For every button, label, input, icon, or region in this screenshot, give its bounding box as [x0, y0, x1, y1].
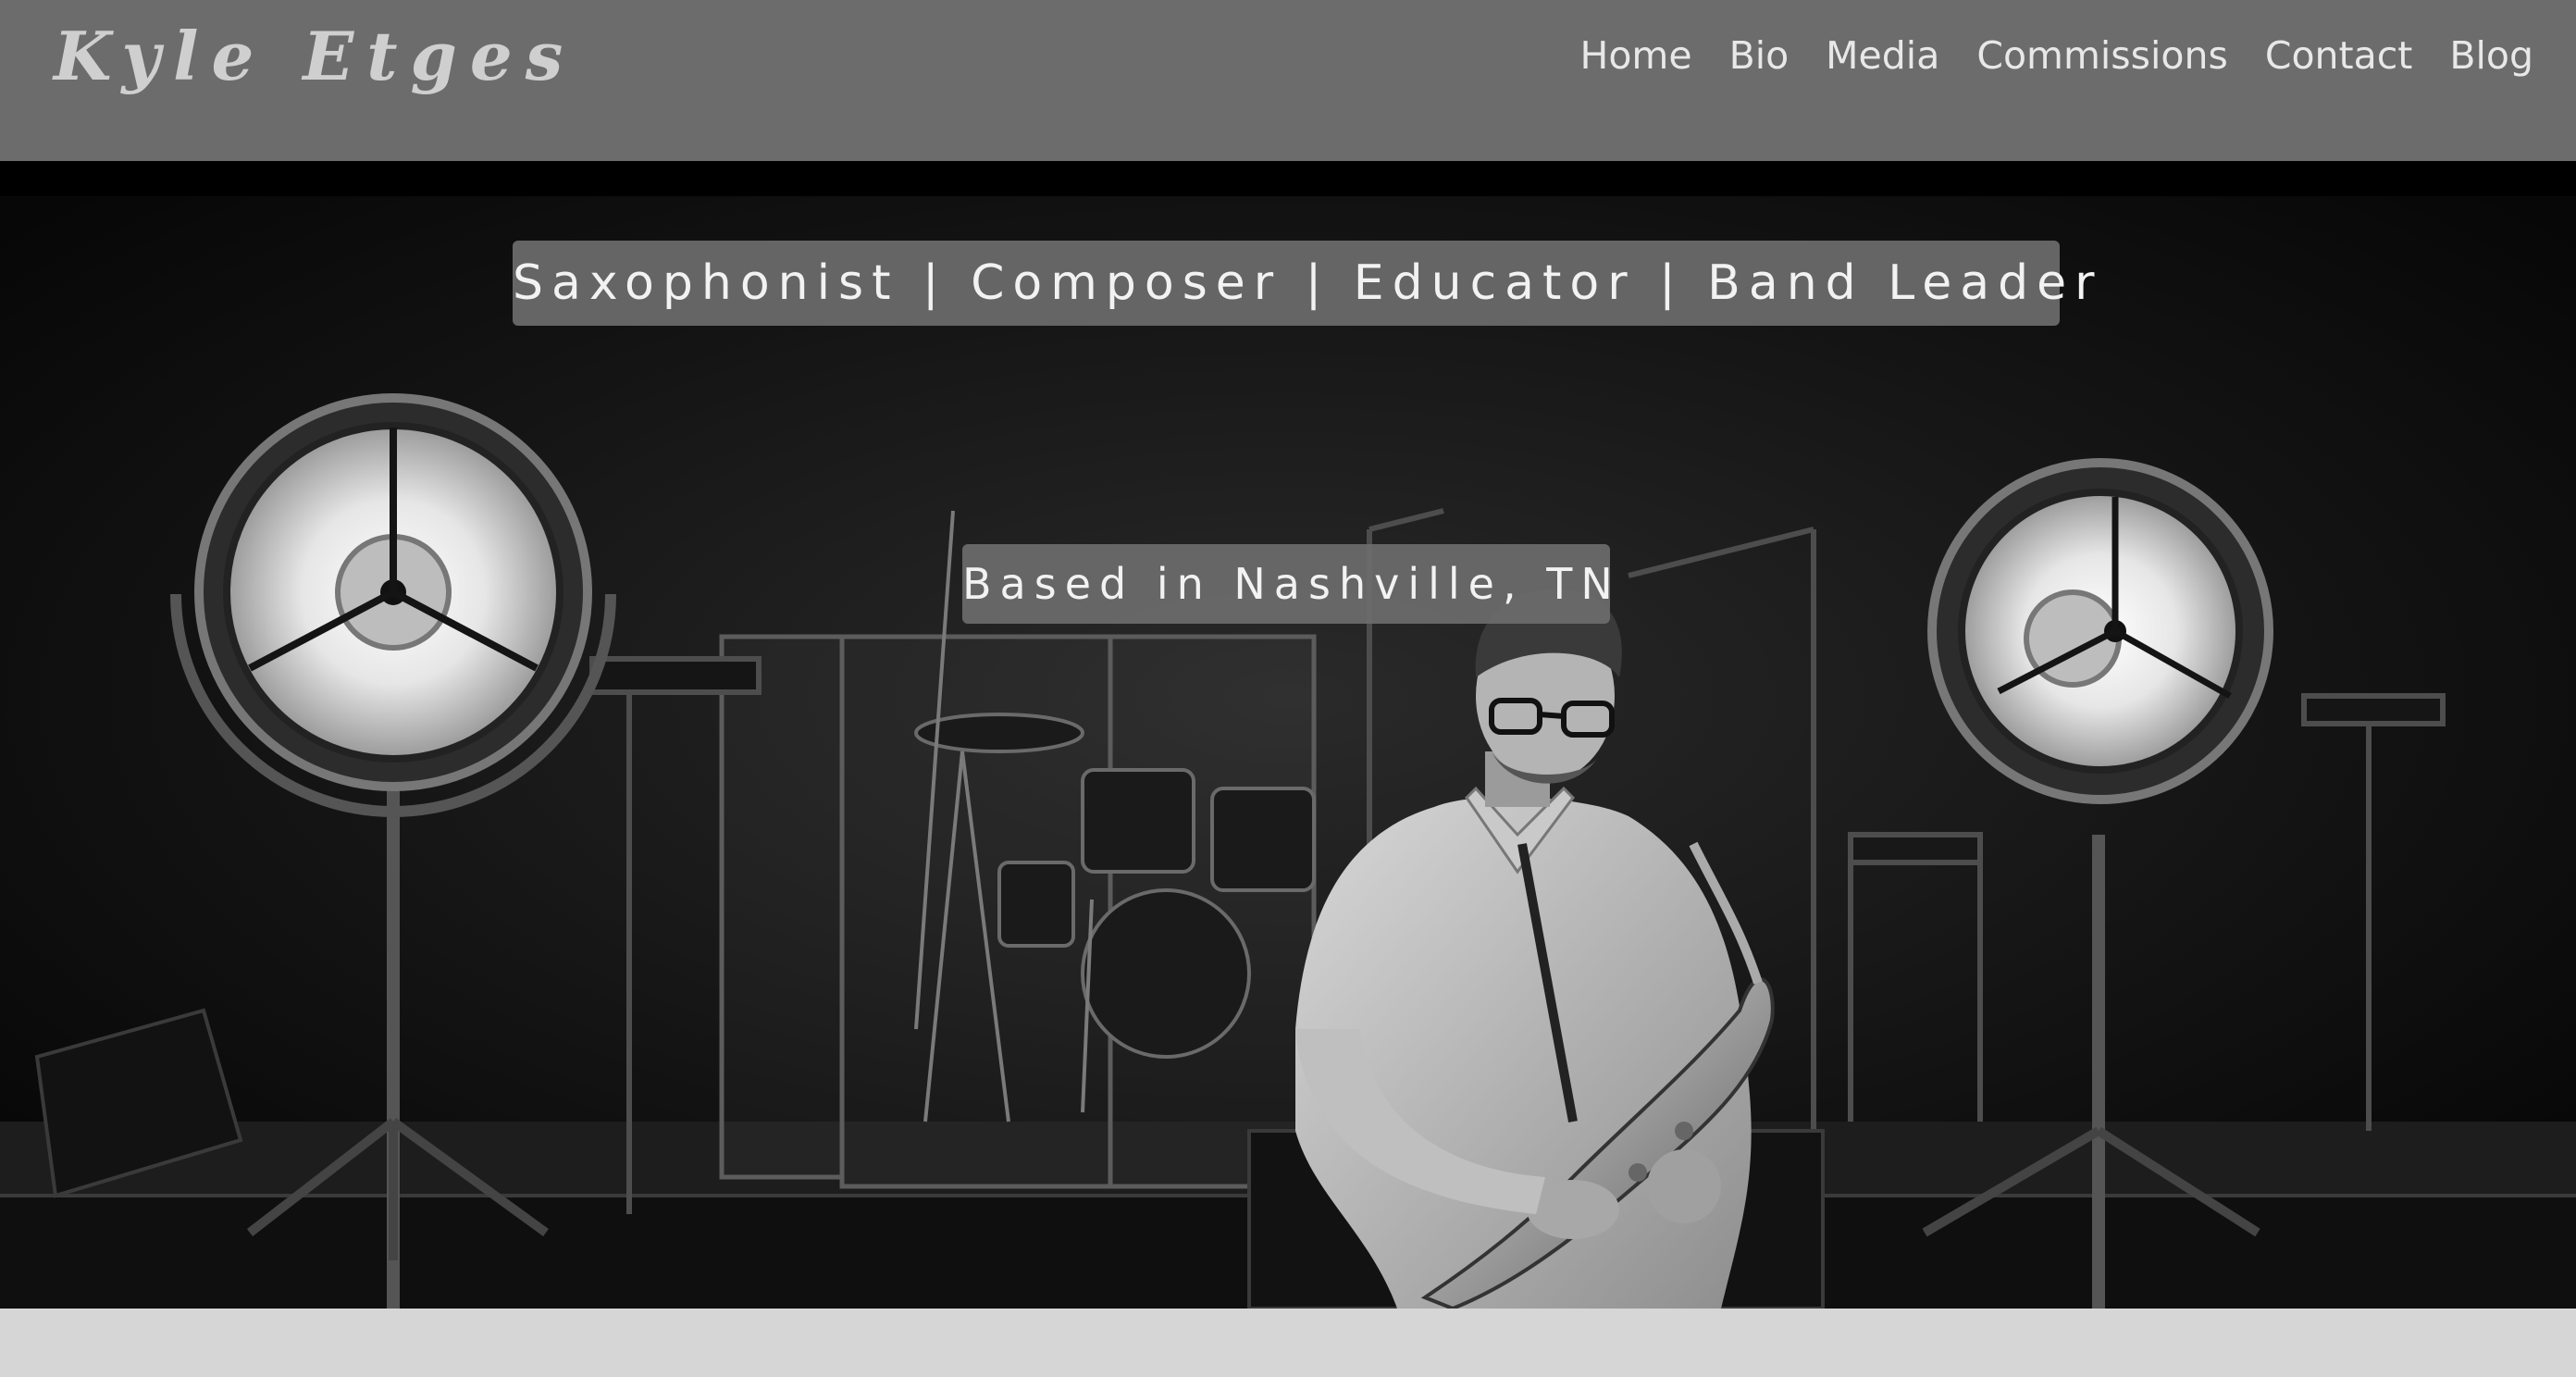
nav-home-link[interactable]: Home	[1579, 33, 1691, 78]
nav-commissions-link[interactable]: Commissions	[1976, 33, 2228, 78]
site-logo[interactable]: Kyle Etges	[54, 17, 576, 95]
nav-bio-link[interactable]: Bio	[1729, 33, 1790, 78]
main-nav: Home Bio Media Commissions Contact Blog	[1579, 33, 2533, 78]
page-footer-strip	[0, 1309, 2576, 1377]
hero-photo	[0, 196, 2576, 1309]
hero-section: Saxophonist | Composer | Educator | Band…	[0, 196, 2576, 1309]
location-banner: Based in Nashville, TN	[962, 544, 1613, 624]
nav-blog-link[interactable]: Blog	[2449, 33, 2533, 78]
header-divider	[0, 161, 2576, 196]
nav-media-link[interactable]: Media	[1826, 33, 1939, 78]
tagline-banner: Saxophonist | Composer | Educator | Band…	[513, 241, 2095, 326]
site-header: Kyle Etges Home Bio Media Commissions Co…	[0, 0, 2576, 161]
nav-contact-link[interactable]: Contact	[2265, 33, 2413, 78]
